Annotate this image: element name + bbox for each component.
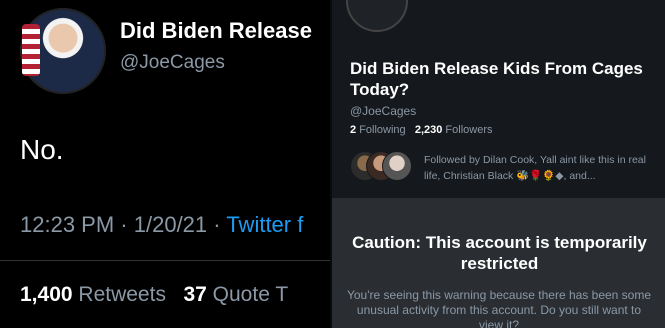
retweets-label: Retweets — [78, 283, 166, 306]
caution-message: You're seeing this warning because there… — [346, 288, 652, 328]
followers-count: 2,230 — [414, 124, 443, 136]
following-label: Following — [359, 124, 406, 136]
tweet-stats: 1,400 Retweets 37 Quote T — [20, 283, 288, 307]
followers-label: Followers — [445, 124, 493, 136]
retweets-count: 1,400 — [20, 283, 73, 306]
tweet-source-link[interactable]: Twitter f — [226, 212, 303, 237]
followers-link[interactable]: 2,230 Followers — [415, 124, 493, 136]
tweet-metadata: 12:23 PM · 1/20/21 · Twitter f — [20, 212, 303, 238]
followed-by-text[interactable]: Followed by Dilan Cook, Yall aint like t… — [424, 152, 660, 184]
quotes-count: 37 — [183, 283, 207, 306]
mutual-followers-avatars[interactable] — [350, 151, 414, 181]
following-count: 2 — [350, 124, 357, 136]
divider — [0, 260, 330, 261]
profile-name: Did Biden Release Kids From Cages Today? — [350, 59, 643, 99]
tweet-time: 12:23 PM — [20, 212, 115, 237]
flag-icon — [22, 24, 40, 76]
tweet-text: No. — [20, 134, 64, 165]
display-name[interactable]: Did Biden Release — [120, 18, 312, 44]
follow-counts: 2 Following 2,230 Followers — [350, 124, 493, 136]
retweets-stat[interactable]: 1,400 Retweets — [20, 283, 166, 306]
profile-screenshot-pane: Did Biden Release Kids From Cages Today?… — [330, 0, 665, 328]
profile-handle: @JoeCages — [350, 104, 417, 118]
profile-avatar[interactable] — [20, 8, 106, 94]
avatar — [382, 151, 412, 181]
separator: · — [213, 212, 221, 237]
caution-title: Caution: This account is temporarily res… — [352, 233, 647, 273]
user-handle[interactable]: @JoeCages — [120, 52, 225, 74]
tweet-screenshot-pane: Did Biden Release @JoeCages No. 12:23 PM… — [0, 0, 330, 328]
quote-tweets-stat[interactable]: 37 Quote T — [183, 283, 288, 306]
quotes-label: Quote T — [212, 283, 289, 306]
tweet-date: 1/20/21 — [133, 212, 208, 237]
following-link[interactable]: 2 Following — [350, 124, 406, 136]
separator: · — [120, 212, 128, 237]
profile-avatar[interactable] — [346, 0, 408, 32]
